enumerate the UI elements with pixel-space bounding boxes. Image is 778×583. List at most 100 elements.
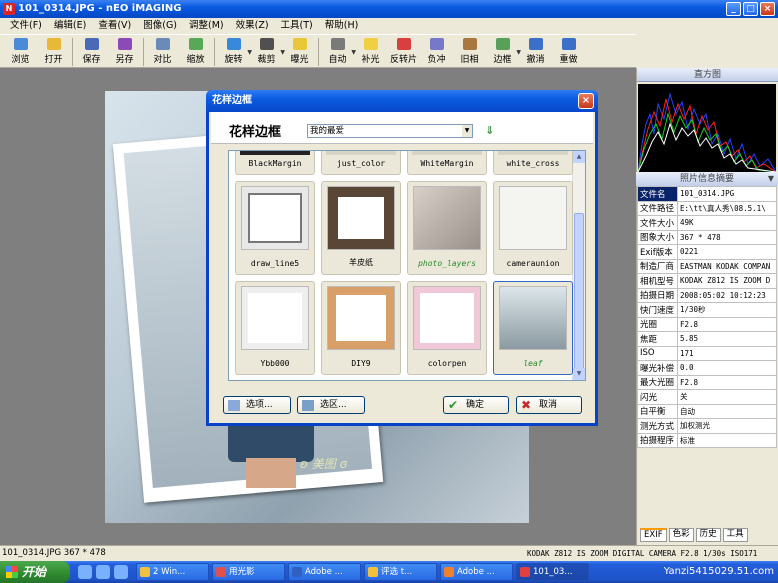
- frame-item[interactable]: colorpen: [407, 281, 487, 375]
- chevron-down-icon[interactable]: ▼: [768, 172, 774, 186]
- scroll-down-icon[interactable]: ▼: [573, 368, 585, 380]
- info-row[interactable]: 快门速度 1/30秒: [637, 302, 777, 318]
- tab-history[interactable]: 历史: [695, 528, 721, 542]
- auto-icon: [330, 38, 345, 50]
- toolbar-label: 缩放: [186, 55, 205, 65]
- info-row[interactable]: 白平衡 自动: [637, 403, 777, 419]
- taskbar-item[interactable]: 用光影: [212, 563, 285, 581]
- menu-tools[interactable]: 工具(T): [275, 18, 319, 34]
- taskbar-item[interactable]: 2 Win...: [136, 563, 209, 581]
- info-row[interactable]: 文件名 101_0314.JPG: [637, 186, 777, 202]
- info-row[interactable]: 文件大小 49K: [637, 215, 777, 231]
- toolbar-auto-button[interactable]: 自动 ▼: [321, 35, 356, 68]
- ok-button[interactable]: ✔ 确定: [443, 396, 509, 414]
- menu-view[interactable]: 查看(V): [92, 18, 137, 34]
- toolbar-label: 打开: [44, 55, 63, 65]
- info-row[interactable]: 相机型号 KODAK Z812 IS ZOOM D: [637, 273, 777, 289]
- menu-effects[interactable]: 效果(Z): [230, 18, 275, 34]
- frame-item[interactable]: just_color: [321, 151, 401, 175]
- close-button[interactable]: ×: [760, 2, 775, 16]
- taskbar-item[interactable]: 评选 t...: [364, 563, 437, 581]
- options-button[interactable]: 选项...: [223, 396, 291, 414]
- frame-item[interactable]: draw_line5: [235, 181, 315, 275]
- task-label: 评选 t...: [381, 567, 413, 577]
- frame-item[interactable]: BlackMargin: [235, 151, 315, 175]
- menu-file[interactable]: 文件(F): [4, 18, 48, 34]
- toolbar-cross-process-button[interactable]: 负冲: [420, 35, 453, 68]
- info-row[interactable]: 拍摄程序 标准: [637, 432, 777, 448]
- taskbar-item[interactable]: Adobe ...: [440, 563, 513, 581]
- toolbar-fill-light-button[interactable]: 补光: [354, 35, 387, 68]
- menu-edit[interactable]: 编辑(E): [48, 18, 92, 34]
- download-arrow-icon[interactable]: ⇓: [485, 124, 494, 137]
- toolbar-open-folder-button[interactable]: 打开: [37, 35, 70, 68]
- info-row[interactable]: 测光方式 加权测光: [637, 418, 777, 434]
- info-row[interactable]: ISO 171: [637, 345, 777, 361]
- info-value: 0221: [677, 244, 777, 260]
- toolbar-redo-button[interactable]: 重做: [552, 35, 585, 68]
- scroll-up-icon[interactable]: ▲: [573, 151, 585, 163]
- menu-image[interactable]: 图像(G): [137, 18, 183, 34]
- cancel-button[interactable]: ✖ 取消: [516, 396, 582, 414]
- info-value: 1/30秒: [677, 302, 777, 318]
- status-left: 101_0314.JPG 367 * 478: [2, 548, 106, 558]
- frame-item[interactable]: DIY9: [321, 281, 401, 375]
- info-row[interactable]: 文件路径 E:\tt\真人秀\08.5.1\: [637, 200, 777, 216]
- tab-exif[interactable]: EXIF: [640, 528, 667, 542]
- info-row[interactable]: 光圈 F2.8: [637, 316, 777, 332]
- info-row[interactable]: 制造厂商 EASTMAN KODAK COMPAN: [637, 258, 777, 274]
- toolbar-crop-button[interactable]: 裁剪 ▼: [250, 35, 285, 68]
- select-area-button[interactable]: 选区...: [297, 396, 365, 414]
- grid-scrollbar[interactable]: ▲ ▼: [572, 151, 585, 380]
- toolbar-exposure-button[interactable]: 曝光: [283, 35, 316, 68]
- toolbar-save-button[interactable]: 保存: [75, 35, 108, 68]
- rotate-icon: [226, 38, 241, 50]
- taskbar-item[interactable]: Adobe ...: [288, 563, 361, 581]
- toolbar-reversal-film-button[interactable]: 反转片: [387, 35, 420, 68]
- minimize-button[interactable]: _: [726, 2, 741, 16]
- info-row[interactable]: 曝光补偿 0.0: [637, 360, 777, 376]
- info-row[interactable]: 闪光关: [637, 389, 777, 405]
- toolbar-zoom-button[interactable]: 缩放: [179, 35, 212, 68]
- start-label: 开始: [22, 565, 47, 579]
- info-value: 0.0: [677, 360, 777, 376]
- info-row[interactable]: 拍摄日期 2008:05:02 10:12:23: [637, 287, 777, 303]
- frame-item[interactable]: leaf: [493, 281, 573, 375]
- frame-item[interactable]: WhiteMargin: [407, 151, 487, 175]
- taskbar-item[interactable]: 101_03...: [516, 563, 589, 581]
- maximize-button[interactable]: □: [743, 2, 758, 16]
- info-row[interactable]: 图象大小 367 * 478: [637, 229, 777, 245]
- toolbar-compare-button[interactable]: 对比: [146, 35, 179, 68]
- info-value: 171: [677, 345, 777, 361]
- dialog-close-button[interactable]: ×: [578, 93, 594, 109]
- frame-item[interactable]: 羊皮纸: [321, 181, 401, 275]
- tab-color[interactable]: 色彩: [668, 528, 694, 542]
- frame-item[interactable]: Ybb000: [235, 281, 315, 375]
- task-app-icon: [216, 567, 226, 577]
- media-icon[interactable]: [114, 565, 128, 579]
- scroll-thumb[interactable]: [574, 213, 584, 369]
- toolbar-save-as-button[interactable]: 另存: [108, 35, 141, 68]
- menu-help[interactable]: 帮助(H): [319, 18, 365, 34]
- info-row[interactable]: Exif版本 0221: [637, 244, 777, 260]
- toolbar-frame-button[interactable]: 边框 ▼: [486, 35, 521, 68]
- frame-item[interactable]: white_cross: [493, 151, 573, 175]
- frame-item-label: just_color: [336, 159, 386, 168]
- frame-item[interactable]: photo_layers: [407, 181, 487, 275]
- frame-item[interactable]: cameraunion: [493, 181, 573, 275]
- category-select[interactable]: 我的最爱 ▼: [307, 124, 473, 138]
- info-row[interactable]: 焦距 5.85: [637, 331, 777, 347]
- start-button[interactable]: 开始: [0, 561, 70, 583]
- toolbar-undo-button[interactable]: 撤消: [519, 35, 552, 68]
- toolbar-label: 反转片: [389, 55, 417, 65]
- ie-icon[interactable]: [78, 565, 92, 579]
- tab-tools[interactable]: 工具: [722, 528, 748, 542]
- desktop-icon[interactable]: [96, 565, 110, 579]
- toolbar-rotate-button[interactable]: 旋转 ▼: [217, 35, 252, 68]
- save-as-icon: [117, 38, 132, 50]
- toolbar-old-photo-button[interactable]: 旧相: [453, 35, 486, 68]
- menu-adjust[interactable]: 调整(M): [183, 18, 230, 34]
- info-key: 拍摄日期: [637, 287, 678, 303]
- info-row[interactable]: 最大光圈 F2.8: [637, 374, 777, 390]
- toolbar-browse-button[interactable]: 浏览: [4, 35, 37, 68]
